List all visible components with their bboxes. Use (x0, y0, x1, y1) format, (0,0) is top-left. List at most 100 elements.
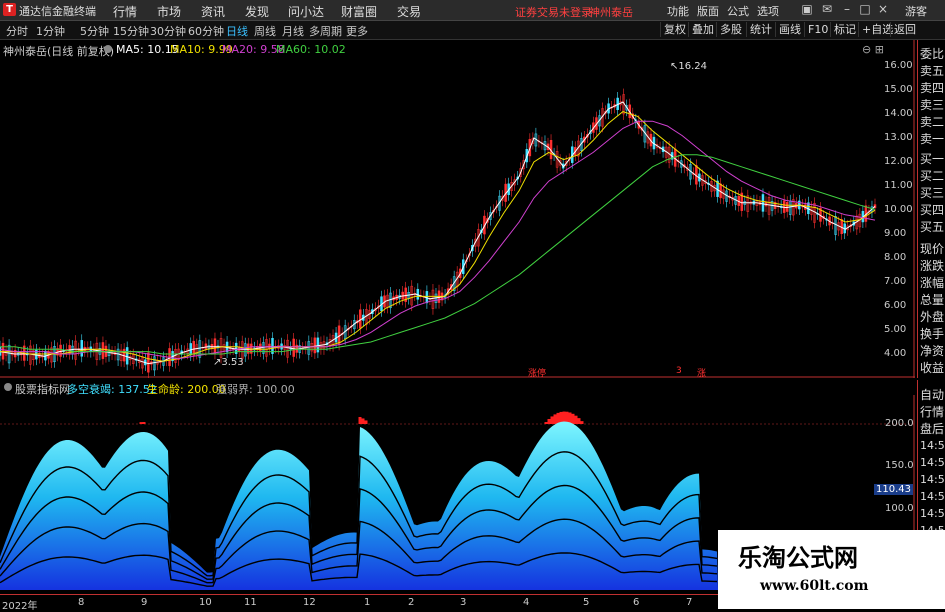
side-label[interactable]: 卖二 (920, 113, 944, 130)
btn-statistics[interactable]: 统计 (746, 22, 775, 37)
side-label[interactable]: 买五 (920, 218, 944, 235)
period-intraday[interactable]: 分时 (6, 23, 28, 39)
btn-back[interactable]: 返回 (890, 22, 919, 37)
indicator-value-tag: 110.43 (874, 484, 913, 495)
indicator-red-bar (547, 418, 551, 424)
period-30min[interactable]: 30分钟 (150, 23, 186, 39)
skin-icon[interactable]: ▣ (800, 2, 814, 17)
side-label[interactable]: 卖一 (920, 130, 944, 147)
btn-multi-stock[interactable]: 多股 (716, 22, 745, 37)
menu-market[interactable]: 市场 (157, 3, 181, 20)
side-label[interactable]: 外盘 (920, 308, 944, 325)
menu-discover[interactable]: 发现 (245, 3, 269, 20)
price-chart (0, 40, 915, 378)
menu-news[interactable]: 资讯 (201, 3, 225, 20)
side-label[interactable]: 涨幅 (920, 274, 944, 291)
candle-body (101, 342, 105, 359)
side-label[interactable]: 涨跌 (920, 257, 944, 274)
btn-draw-line[interactable]: 画线 (775, 22, 804, 37)
x-tick: 4 (523, 597, 530, 608)
menu-options[interactable]: 选项 (757, 3, 779, 19)
period-multi[interactable]: 多周期 (309, 23, 342, 39)
x-tick: 2 (408, 597, 415, 608)
candlestick-series (0, 88, 877, 378)
side-tab[interactable]: 自动 (920, 386, 944, 403)
price-tick: 9.00 (884, 228, 907, 239)
period-daily[interactable]: 日线 (226, 23, 248, 39)
menu-formula[interactable]: 公式 (727, 3, 749, 19)
indicator-tick: 200.0 (885, 418, 914, 429)
indicator-tick: 100.0 (885, 503, 914, 514)
x-tick: 2022年 (2, 601, 38, 612)
close-icon[interactable]: × (876, 2, 890, 17)
period-more[interactable]: 更多 (346, 23, 368, 39)
app-logo-icon: T (3, 3, 16, 16)
indicator-settings-icon[interactable] (4, 383, 12, 391)
candle-body (316, 337, 320, 353)
menu-trade[interactable]: 交易 (397, 3, 421, 20)
user-label[interactable]: 游客 (905, 3, 927, 19)
candle-body (761, 194, 765, 212)
x-tick: 7 (686, 597, 693, 608)
indicator-red-bar (139, 422, 143, 424)
side-label[interactable]: 卖三 (920, 96, 944, 113)
indicator-red-bar (571, 413, 575, 424)
period-monthly[interactable]: 月线 (282, 23, 304, 39)
btn-restore-rights[interactable]: 复权 (660, 22, 689, 37)
side-label[interactable]: 总量 (920, 291, 944, 308)
x-tick: 9 (141, 597, 148, 608)
indicator-red-bar (556, 412, 560, 424)
candle-body (213, 338, 217, 354)
side-label[interactable]: 净资 (920, 342, 944, 359)
menu-wealth[interactable]: 财富圈 (341, 3, 377, 20)
btn-mark[interactable]: 标记 (830, 22, 859, 37)
side-label[interactable]: 收益 (920, 359, 944, 376)
price-tick: 14.00 (884, 108, 913, 119)
menu-quotes[interactable]: 行情 (113, 3, 137, 20)
maximize-icon[interactable]: □ (858, 2, 872, 17)
side-label[interactable]: 买一 (920, 150, 944, 167)
price-tick: 13.00 (884, 132, 913, 143)
price-tick: 4.00 (884, 348, 907, 359)
ma-line-ma10 (0, 111, 876, 362)
x-tick: 6 (633, 597, 640, 608)
period-15min[interactable]: 15分钟 (113, 23, 149, 39)
minimize-icon[interactable]: – (840, 2, 854, 17)
side-label[interactable]: 换手 (920, 325, 944, 342)
side-label[interactable]: 买三 (920, 184, 944, 201)
indicator-red-bar (553, 414, 557, 424)
menu-layout[interactable]: 版面 (697, 3, 719, 19)
side-label[interactable]: 买四 (920, 201, 944, 218)
ma-line-ma5 (0, 101, 876, 365)
menu-function[interactable]: 功能 (667, 3, 689, 19)
mail-icon[interactable]: ✉ (820, 2, 834, 17)
price-tick: 10.00 (884, 204, 913, 215)
side-label[interactable]: 现价 (920, 240, 944, 257)
side-label[interactable]: 委比 (920, 45, 944, 62)
watermark-text: 乐淘公式网 (738, 543, 858, 572)
side-label[interactable]: 卖五 (920, 62, 944, 79)
side-label[interactable]: 买二 (920, 167, 944, 184)
x-tick: 8 (78, 597, 85, 608)
candle-body (59, 344, 62, 357)
indicator-red-bar (364, 420, 368, 424)
side-label[interactable]: 卖四 (920, 79, 944, 96)
signal-mark: 3 (676, 366, 682, 376)
period-weekly[interactable]: 周线 (254, 23, 276, 39)
btn-f10[interactable]: F10 (804, 22, 831, 37)
watermark-url: www.60lt.com (760, 578, 869, 594)
side-tab[interactable]: 盘后 (920, 420, 944, 437)
side-tab[interactable]: 行情 (920, 403, 944, 420)
period-60min[interactable]: 60分钟 (188, 23, 224, 39)
btn-overlay[interactable]: 叠加 (688, 22, 717, 37)
x-axis (0, 594, 720, 610)
x-tick: 3 (460, 597, 467, 608)
price-tick: 11.00 (884, 180, 913, 191)
menu-ask[interactable]: 问小达 (288, 3, 324, 20)
indicator-tick: 150.0 (885, 460, 914, 471)
login-status[interactable]: 证券交易未登录 (515, 4, 592, 20)
indicator-red-bar (142, 422, 146, 424)
indicator-red-bar (580, 421, 584, 424)
period-5min[interactable]: 5分钟 (80, 23, 109, 39)
period-1min[interactable]: 1分钟 (36, 23, 65, 39)
